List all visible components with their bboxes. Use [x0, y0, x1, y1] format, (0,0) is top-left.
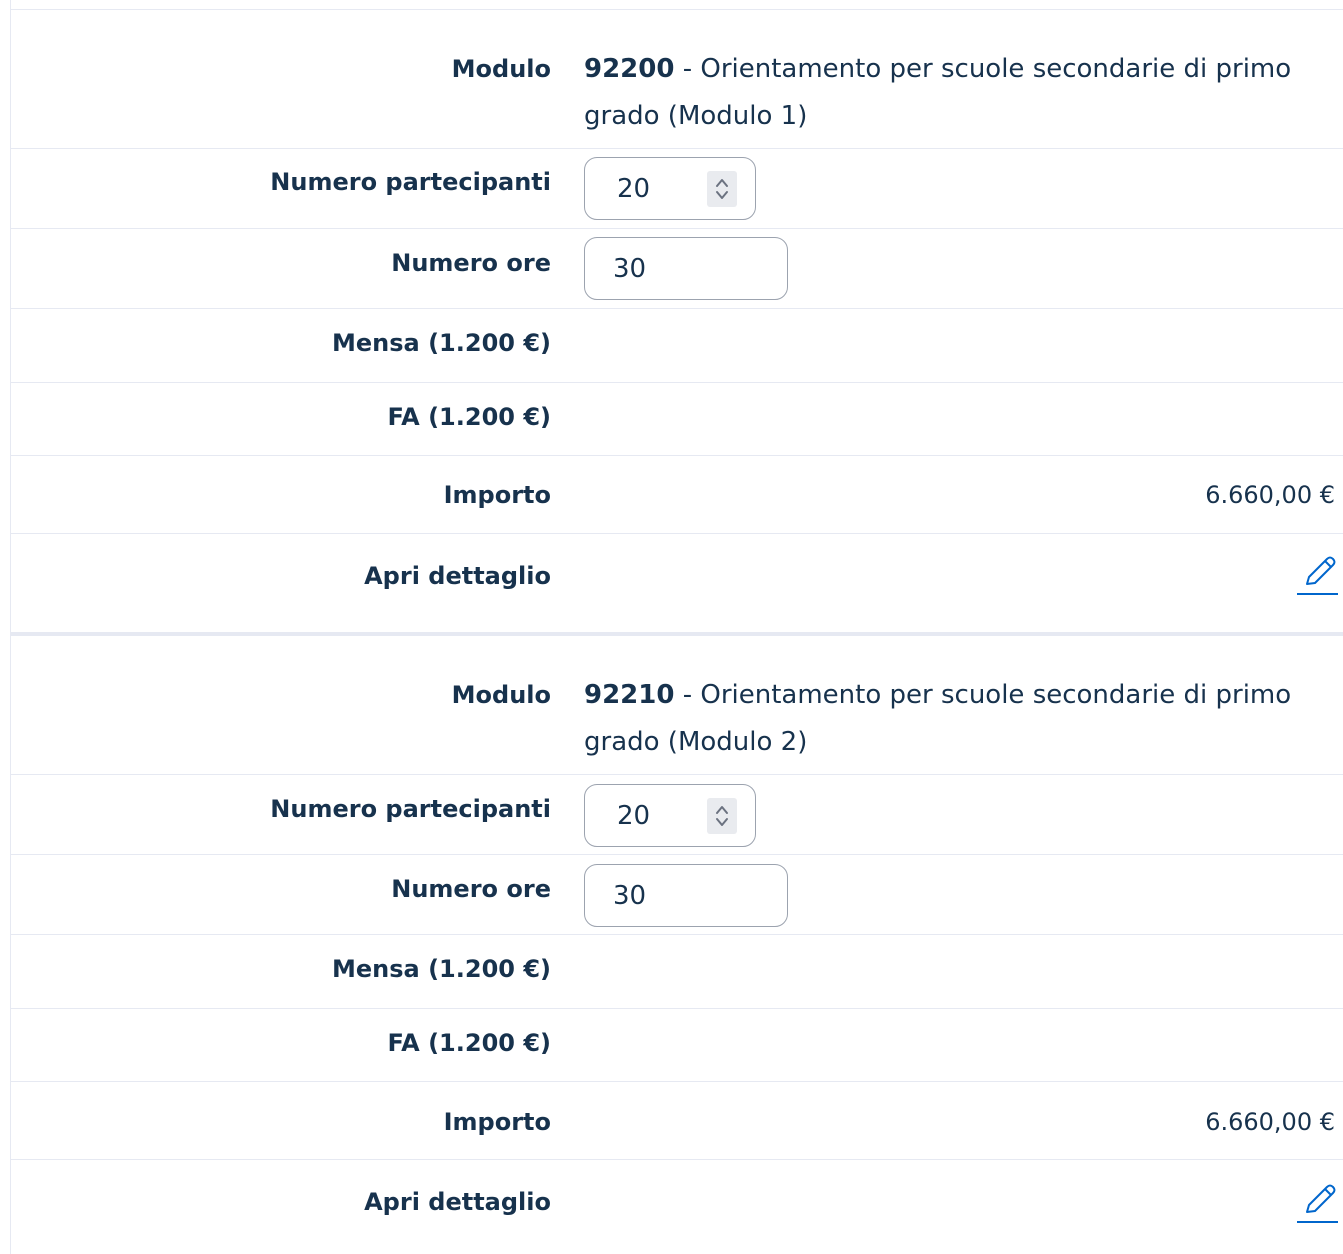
row-partecipanti: Numero partecipanti 20	[11, 775, 1343, 855]
ore-value: 30	[613, 253, 647, 284]
importo-label: Importo	[443, 1108, 551, 1136]
row-modulo: Modulo 92210 - Orientamento per scuole s…	[11, 636, 1343, 775]
ore-label: Numero ore	[391, 249, 551, 277]
row-importo: Importo 6.660,00 €	[11, 1082, 1343, 1160]
mensa-label: Mensa (1.200 €)	[332, 955, 551, 983]
modulo-label: Modulo	[451, 681, 551, 709]
partecipanti-label: Numero partecipanti	[270, 795, 551, 823]
fa-label: FA (1.200 €)	[387, 1029, 551, 1057]
modulo-value: 92200 - Orientamento per scuole secondar…	[584, 46, 1333, 140]
modulo-desc-line1: - Orientamento per scuole secondarie di …	[674, 680, 1292, 710]
row-dettaglio: Apri dettaglio	[11, 534, 1343, 632]
modules-table: Modulo 92200 - Orientamento per scuole s…	[10, 0, 1343, 1254]
row-ore: Numero ore 30	[11, 855, 1343, 935]
partecipanti-label: Numero partecipanti	[270, 168, 551, 196]
row-dettaglio: Apri dettaglio	[11, 1160, 1343, 1254]
ore-value: 30	[613, 880, 647, 911]
pencil-icon[interactable]	[1295, 1180, 1339, 1226]
ore-label: Numero ore	[391, 875, 551, 903]
row-partecipanti: Numero partecipanti 20	[11, 149, 1343, 229]
ore-input[interactable]: 30	[584, 864, 788, 927]
modulo-desc-line1: - Orientamento per scuole secondarie di …	[674, 54, 1292, 84]
stepper-arrows-icon[interactable]	[707, 171, 737, 207]
partecipanti-stepper[interactable]: 20	[584, 784, 756, 847]
ore-input[interactable]: 30	[584, 237, 788, 300]
row-modulo: Modulo 92200 - Orientamento per scuole s…	[11, 10, 1343, 149]
modulo-label: Modulo	[451, 55, 551, 83]
modulo-desc-line2: grado (Modulo 2)	[584, 727, 808, 757]
modulo-value: 92210 - Orientamento per scuole secondar…	[584, 672, 1333, 766]
row-ore: Numero ore 30	[11, 229, 1343, 309]
row-fa: FA (1.200 €)	[11, 1009, 1343, 1082]
pencil-icon[interactable]	[1295, 552, 1339, 598]
fa-label: FA (1.200 €)	[387, 403, 551, 431]
modulo-code: 92200	[584, 54, 675, 84]
partecipanti-value: 20	[617, 173, 651, 204]
dettaglio-label: Apri dettaglio	[364, 562, 551, 590]
modulo-code: 92210	[584, 680, 675, 710]
partecipanti-value: 20	[617, 800, 651, 831]
partecipanti-stepper[interactable]: 20	[584, 157, 756, 220]
modulo-desc-line2: grado (Modulo 1)	[584, 101, 808, 131]
dettaglio-label: Apri dettaglio	[364, 1188, 551, 1216]
row-mensa: Mensa (1.200 €)	[11, 309, 1343, 383]
importo-label: Importo	[443, 481, 551, 509]
row-mensa: Mensa (1.200 €)	[11, 935, 1343, 1009]
importo-value: 6.660,00 €	[1205, 1108, 1335, 1136]
stepper-arrows-icon[interactable]	[707, 798, 737, 834]
importo-value: 6.660,00 €	[1205, 481, 1335, 509]
row-importo: Importo 6.660,00 €	[11, 456, 1343, 534]
mensa-label: Mensa (1.200 €)	[332, 329, 551, 357]
row-fa: FA (1.200 €)	[11, 383, 1343, 456]
